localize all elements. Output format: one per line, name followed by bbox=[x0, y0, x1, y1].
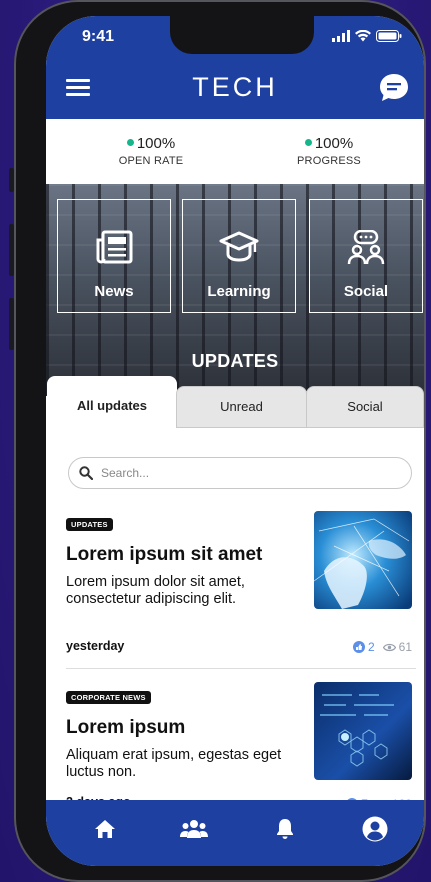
bottom-nav bbox=[46, 800, 424, 866]
newspaper-icon bbox=[96, 230, 133, 264]
signal-icon bbox=[332, 30, 350, 42]
tile-news[interactable]: News bbox=[57, 199, 171, 313]
nav-notifications[interactable] bbox=[265, 814, 305, 844]
tile-learning[interactable]: Learning bbox=[182, 199, 296, 313]
post-thumbnail bbox=[314, 682, 412, 780]
profile-icon bbox=[362, 816, 388, 842]
thumbs-up-icon bbox=[352, 641, 365, 653]
post-date: yesterday bbox=[66, 639, 125, 653]
status-time: 9:41 bbox=[82, 28, 115, 45]
status-dot bbox=[304, 139, 312, 146]
tab-bar: All updates Unread Social bbox=[46, 376, 424, 428]
home-icon bbox=[95, 820, 115, 838]
search-input[interactable]: Search... bbox=[68, 457, 412, 489]
chat-icon bbox=[380, 74, 408, 101]
wifi-icon bbox=[355, 30, 371, 42]
view-count: 61 bbox=[398, 640, 412, 654]
top-bar: 9:41 TECH bbox=[46, 16, 424, 119]
category-badge: CORPORATE NEWS bbox=[66, 691, 151, 704]
phone-frame: 9:41 TECH 100% OPEN RATE 100% PROGRESS N… bbox=[14, 0, 426, 882]
people-chat-icon bbox=[347, 230, 385, 265]
search-placeholder: Search... bbox=[101, 466, 150, 480]
category-badge: UPDATES bbox=[66, 518, 113, 531]
tile-label: News bbox=[94, 283, 134, 300]
nav-home[interactable] bbox=[85, 814, 125, 844]
status-dot bbox=[126, 139, 134, 146]
tile-label: Learning bbox=[207, 283, 271, 300]
group-icon bbox=[180, 820, 208, 838]
app-title: TECH bbox=[192, 72, 278, 102]
stat-progress: 100% PROGRESS bbox=[259, 135, 399, 167]
list-item[interactable]: CORPORATE NEWS Lorem ipsum Aliquam erat … bbox=[66, 682, 416, 811]
list-item[interactable]: UPDATES Lorem ipsum sit amet Lorem ipsum… bbox=[66, 511, 416, 654]
stat-open-rate: 100% OPEN RATE bbox=[81, 135, 221, 167]
app-screen: 9:41 TECH 100% OPEN RATE 100% PROGRESS N… bbox=[46, 16, 424, 866]
stat-value: 100% bbox=[314, 135, 354, 152]
post-description: Lorem ipsum dolor sit amet, consectetur … bbox=[66, 574, 245, 607]
eye-icon bbox=[382, 643, 396, 651]
nav-groups[interactable] bbox=[174, 814, 214, 844]
tile-social[interactable]: Social bbox=[309, 199, 423, 313]
notch bbox=[170, 16, 314, 54]
status-icons bbox=[332, 30, 402, 42]
tab-social[interactable]: Social bbox=[306, 386, 424, 428]
tile-label: Social bbox=[343, 283, 389, 300]
post-stats: 2 61 bbox=[352, 640, 412, 654]
nav-profile[interactable] bbox=[355, 814, 395, 844]
globe-network-image bbox=[314, 511, 412, 609]
updates-heading: UPDATES bbox=[191, 351, 279, 371]
bell-icon bbox=[277, 819, 293, 839]
search-icon bbox=[79, 466, 93, 480]
battery-icon bbox=[376, 30, 402, 42]
stat-value: 100% bbox=[136, 135, 176, 152]
graduation-cap-icon bbox=[219, 231, 259, 262]
post-description: Aliquam erat ipsum, egestas eget luctus … bbox=[66, 747, 282, 780]
stat-label: PROGRESS bbox=[297, 155, 361, 167]
chat-button[interactable] bbox=[378, 72, 410, 104]
divider bbox=[66, 668, 416, 669]
hero-banner: News Learning Social UPDATES bbox=[46, 184, 424, 396]
tab-all-updates[interactable]: All updates bbox=[47, 376, 177, 428]
post-thumbnail bbox=[314, 511, 412, 609]
tab-unread[interactable]: Unread bbox=[176, 386, 307, 428]
stat-label: OPEN RATE bbox=[118, 155, 184, 167]
like-count: 2 bbox=[367, 640, 375, 654]
cyber-network-image bbox=[314, 682, 412, 780]
feed: Search... UPDATES Lorem ipsum sit amet L… bbox=[46, 428, 424, 811]
stats-bar: 100% OPEN RATE 100% PROGRESS bbox=[46, 119, 424, 184]
